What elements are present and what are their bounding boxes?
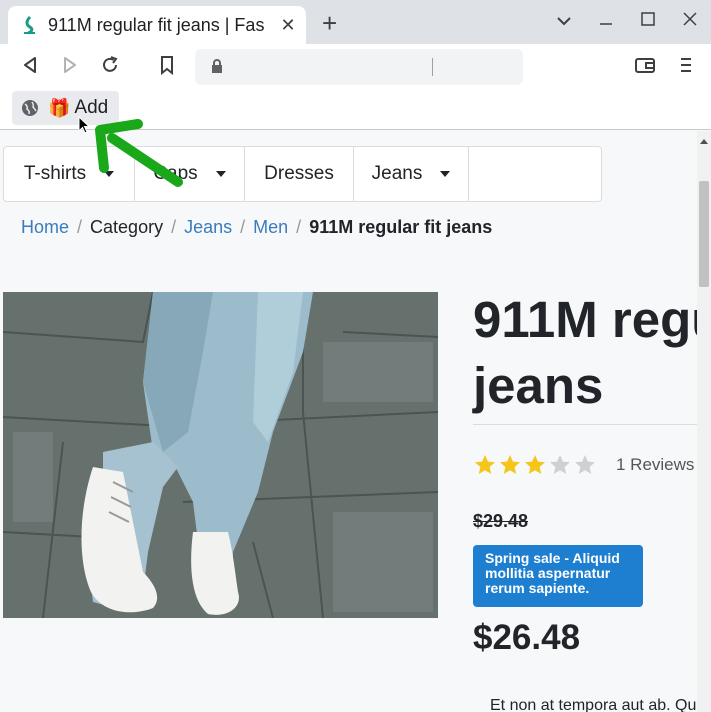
close-window-button[interactable] — [669, 10, 711, 31]
breadcrumb: Home / Category / Jeans / Men / 911M reg… — [21, 217, 492, 238]
breadcrumb-separator: / — [296, 217, 302, 237]
globe-icon — [22, 100, 38, 116]
page-scrollbar[interactable] — [697, 131, 711, 712]
nav-item-label: Dresses — [264, 163, 334, 184]
nav-item-label: T-shirts — [23, 163, 87, 184]
product-title-line: jeans — [473, 357, 604, 414]
jeans-photo — [3, 292, 438, 618]
mouse-cursor-icon — [78, 116, 91, 134]
product-image[interactable] — [3, 292, 438, 618]
product-title-line: 911M regu — [473, 291, 711, 348]
minimize-button[interactable] — [585, 10, 627, 31]
reload-icon[interactable] — [100, 55, 120, 75]
browser-toolbar — [0, 44, 711, 90]
category-nav: T-shirts Caps Dresses Jeans — [3, 146, 602, 202]
nav-item-label: Caps — [153, 163, 198, 184]
caret-down-icon — [215, 171, 226, 177]
lock-icon — [212, 59, 222, 73]
tab-bar: 911M regular fit jeans | Fas ✕ + — [0, 0, 711, 44]
breadcrumb-men[interactable]: Men — [253, 217, 288, 238]
reviews-link[interactable]: 1 Reviews — [616, 455, 694, 475]
page-viewport: T-shirts Caps Dresses Jeans Home / Categ… — [0, 131, 711, 712]
forward-icon[interactable] — [62, 55, 78, 75]
scrollbar-thumb[interactable] — [699, 181, 709, 287]
product-title: 911M regu jeans — [473, 287, 711, 419]
tab-title: 911M regular fit jeans | Fas — [48, 14, 265, 35]
menu-icon[interactable] — [679, 55, 693, 75]
breadcrumb-separator: / — [171, 217, 177, 237]
nav-item-tshirts[interactable]: T-shirts — [4, 147, 135, 201]
star-filled-icon — [500, 455, 520, 474]
back-icon[interactable] — [22, 55, 38, 75]
nav-item-label: Jeans — [371, 163, 423, 184]
star-rating — [473, 453, 598, 477]
star-filled-icon — [525, 455, 545, 474]
caret-down-icon — [104, 171, 115, 177]
breadcrumb-separator: / — [240, 217, 246, 237]
nav-item-caps[interactable]: Caps — [135, 147, 245, 201]
old-price: $29.48 — [473, 511, 529, 531]
star-empty-icon — [550, 455, 570, 474]
nav-item-jeans[interactable]: Jeans — [354, 147, 469, 201]
breadcrumb-separator: / — [77, 217, 83, 237]
shop-favicon-icon — [24, 15, 35, 35]
gift-icon: 🎁 — [48, 97, 71, 118]
title-divider — [473, 424, 711, 425]
bookmark-icon[interactable] — [159, 55, 175, 75]
maximize-button[interactable] — [627, 10, 669, 31]
breadcrumb-jeans[interactable]: Jeans — [184, 217, 232, 238]
rating: 1 Reviews — [473, 453, 694, 477]
address-bar[interactable] — [195, 49, 523, 85]
bookmark-add[interactable]: 🎁 Add — [12, 91, 119, 125]
sale-badge: Spring sale - Aliquid mollitia aspernatu… — [473, 545, 643, 607]
window-controls — [543, 0, 711, 40]
price: $26.48 — [473, 618, 581, 657]
star-filled-icon — [475, 455, 495, 474]
breadcrumb-category: Category — [90, 217, 164, 237]
tab-search-icon[interactable] — [543, 10, 585, 31]
wallet-icon[interactable] — [634, 55, 656, 75]
star-empty-icon — [575, 455, 595, 474]
new-tab-button[interactable]: + — [322, 8, 337, 39]
scroll-up-icon[interactable] — [700, 139, 708, 144]
bookmarks-bar: 🎁 Add — [0, 90, 711, 130]
address-separator — [432, 58, 433, 76]
nav-item-dresses[interactable]: Dresses — [245, 147, 354, 201]
breadcrumb-current: 911M regular fit jeans — [309, 217, 493, 237]
caret-down-icon — [440, 171, 451, 177]
breadcrumb-home[interactable]: Home — [21, 217, 69, 238]
browser-tab[interactable]: 911M regular fit jeans | Fas ✕ — [8, 6, 306, 44]
product-description: Et non at tempora aut ab. Qua — [490, 697, 706, 712]
tab-close-icon[interactable]: ✕ — [278, 15, 298, 36]
